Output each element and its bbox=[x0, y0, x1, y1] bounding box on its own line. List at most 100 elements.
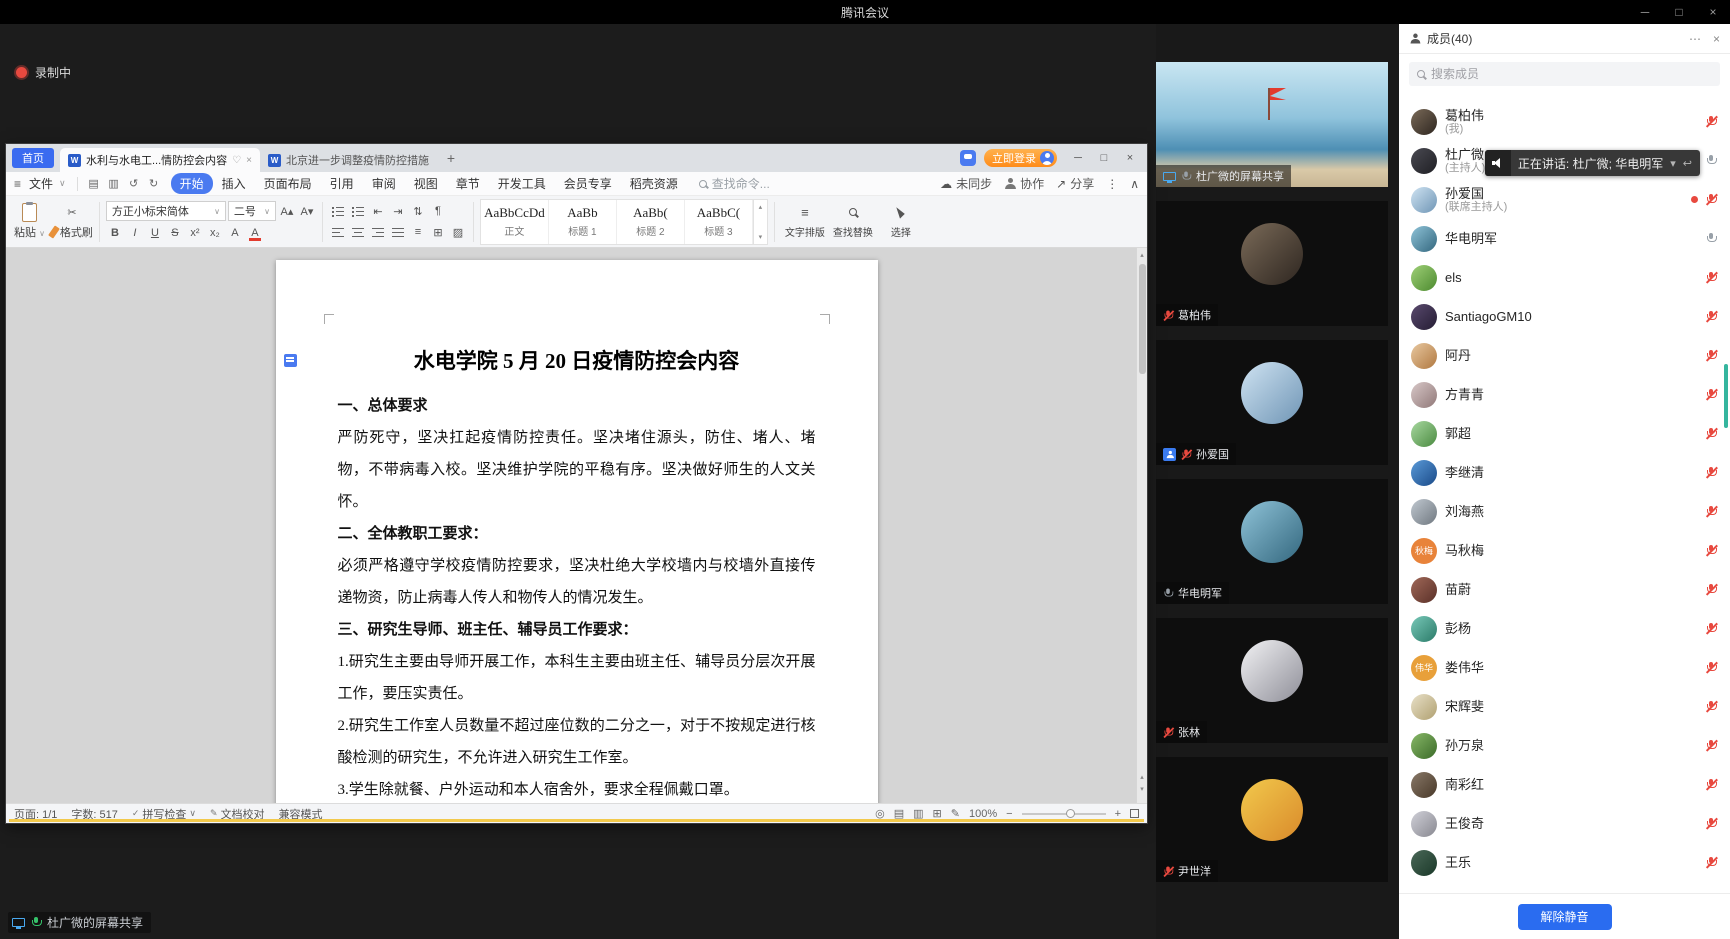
new-tab-button[interactable]: + bbox=[441, 148, 461, 168]
login-button[interactable]: 立即登录 bbox=[984, 149, 1057, 167]
undo-icon[interactable]: ↺ bbox=[125, 175, 143, 193]
style-preset[interactable]: AaBbCcDd 正文 bbox=[481, 200, 549, 244]
italic-icon[interactable]: I bbox=[126, 224, 144, 242]
menu-item[interactable]: 页面布局 bbox=[255, 173, 321, 194]
close-icon[interactable]: × bbox=[1696, 0, 1730, 24]
show-marks-icon[interactable]: ¶ bbox=[429, 202, 447, 220]
paste-button[interactable]: 粘贴 ∨ bbox=[14, 203, 45, 240]
gallery-down-icon[interactable]: ▾ bbox=[759, 233, 763, 241]
underline-icon[interactable]: U bbox=[146, 224, 164, 242]
member-row[interactable]: 华电明军 bbox=[1399, 219, 1730, 258]
select-button[interactable]: 选择 bbox=[877, 204, 925, 239]
shrink-font-icon[interactable]: A▾ bbox=[298, 202, 316, 220]
numbered-list-icon[interactable] bbox=[349, 202, 367, 220]
menu-item[interactable]: 稻壳资源 bbox=[621, 173, 687, 194]
mic-status-icon[interactable] bbox=[1706, 388, 1716, 401]
find-replace-button[interactable]: 查找替换 bbox=[829, 204, 877, 239]
style-preset[interactable]: AaBbC( 标题 3 bbox=[685, 200, 753, 244]
member-list-scrollbar[interactable] bbox=[1724, 364, 1728, 428]
member-row[interactable]: 南彩红 bbox=[1399, 765, 1730, 804]
share-button[interactable]: ↗ 分享 bbox=[1056, 175, 1094, 192]
menu-item[interactable]: 会员专享 bbox=[555, 173, 621, 194]
zoom-out-icon[interactable]: − bbox=[1006, 808, 1012, 820]
smart-format-icon[interactable] bbox=[284, 354, 297, 367]
align-left-icon[interactable] bbox=[329, 223, 347, 241]
text-layout-button[interactable]: ≡ 文字排版 bbox=[781, 204, 829, 239]
cut-icon[interactable]: ✂ bbox=[51, 203, 93, 221]
mic-status-icon[interactable] bbox=[1706, 427, 1716, 440]
bold-icon[interactable]: B bbox=[106, 224, 124, 242]
member-row[interactable]: 阿丹 bbox=[1399, 336, 1730, 375]
style-preset[interactable]: AaBb( 标题 2 bbox=[617, 200, 685, 244]
wps-minimize-icon[interactable]: ─ bbox=[1065, 147, 1091, 169]
video-tile[interactable]: 华电明军 bbox=[1156, 479, 1388, 604]
mic-status-icon[interactable] bbox=[1706, 778, 1716, 791]
sort-icon[interactable]: ⇅ bbox=[409, 202, 427, 220]
file-menu[interactable]: 文件 bbox=[25, 175, 57, 192]
bullet-list-icon[interactable] bbox=[329, 202, 347, 220]
next-page-icon[interactable]: ▾ bbox=[1140, 785, 1144, 793]
mic-status-icon[interactable] bbox=[1706, 466, 1716, 479]
menu-item[interactable]: 引用 bbox=[321, 173, 363, 194]
more-menu-icon[interactable]: ⋮ bbox=[1106, 177, 1118, 191]
mic-status-icon[interactable] bbox=[1706, 271, 1716, 284]
maximize-icon[interactable]: □ bbox=[1662, 0, 1696, 24]
command-search[interactable] bbox=[699, 177, 784, 191]
member-row[interactable]: 方青青 bbox=[1399, 375, 1730, 414]
file-menu-caret-icon[interactable]: ∨ bbox=[59, 178, 66, 189]
zoom-value[interactable]: 100% bbox=[969, 808, 997, 820]
justify-icon[interactable] bbox=[389, 223, 407, 241]
mic-status-icon[interactable] bbox=[1706, 349, 1716, 362]
grow-font-icon[interactable]: A▴ bbox=[278, 202, 296, 220]
font-size-select[interactable]: 二号 ∨ bbox=[228, 201, 276, 221]
menu-item[interactable]: 章节 bbox=[447, 173, 489, 194]
video-tile[interactable]: 孙爱国 bbox=[1156, 340, 1388, 465]
mic-status-icon[interactable] bbox=[1706, 622, 1716, 635]
strikethrough-icon[interactable]: S bbox=[166, 224, 184, 242]
wps-close-icon[interactable]: × bbox=[1117, 147, 1143, 169]
print-icon[interactable]: ▥ bbox=[105, 175, 123, 193]
mic-status-icon[interactable] bbox=[1706, 115, 1716, 128]
member-row[interactable]: els bbox=[1399, 258, 1730, 297]
member-row[interactable]: 王乐 bbox=[1399, 843, 1730, 882]
superscript-icon[interactable]: x² bbox=[186, 224, 204, 242]
member-row[interactable]: 孙万泉 bbox=[1399, 726, 1730, 765]
style-preset[interactable]: AaBb 标题 1 bbox=[549, 200, 617, 244]
zoom-slider[interactable] bbox=[1022, 813, 1106, 815]
prev-page-icon[interactable]: ▴ bbox=[1140, 773, 1144, 781]
member-row[interactable]: 王俊奇 bbox=[1399, 804, 1730, 843]
style-gallery-scroll[interactable]: ▴ ▾ bbox=[754, 199, 768, 245]
video-tile[interactable]: 杜广微的屏幕共享 bbox=[1156, 62, 1388, 187]
member-row[interactable]: 宋辉斐 bbox=[1399, 687, 1730, 726]
member-row[interactable]: 伟华 娄伟华 bbox=[1399, 648, 1730, 687]
menu-item[interactable]: 审阅 bbox=[363, 173, 405, 194]
command-search-input[interactable] bbox=[712, 177, 784, 191]
wps-home-tab[interactable]: 首页 bbox=[12, 148, 54, 168]
font-name-select[interactable]: 方正小标宋简体 ∨ bbox=[106, 201, 226, 221]
document-scrollbar[interactable]: ▴ ▴ ▾ bbox=[1136, 248, 1147, 803]
panel-close-icon[interactable]: × bbox=[1713, 32, 1720, 46]
mic-status-icon[interactable] bbox=[1706, 544, 1716, 557]
increase-indent-icon[interactable]: ⇥ bbox=[389, 202, 407, 220]
redo-icon[interactable]: ↻ bbox=[145, 175, 163, 193]
zoom-in-icon[interactable]: + bbox=[1115, 808, 1121, 820]
borders-icon[interactable]: ⊞ bbox=[429, 223, 447, 241]
tab-close-icon[interactable]: × bbox=[246, 155, 252, 166]
document-tab[interactable]: W 水利与水电工...情防控会内容 ♡ × bbox=[60, 148, 260, 172]
member-row[interactable]: 秋梅 马秋梅 bbox=[1399, 531, 1730, 570]
gallery-up-icon[interactable]: ▴ bbox=[759, 203, 763, 211]
video-tile[interactable]: 葛柏伟 bbox=[1156, 201, 1388, 326]
member-row[interactable]: 郭超 bbox=[1399, 414, 1730, 453]
member-row[interactable]: 苗蔚 bbox=[1399, 570, 1730, 609]
mic-status-icon[interactable] bbox=[1706, 700, 1716, 713]
mic-status-icon[interactable] bbox=[1706, 193, 1716, 206]
mic-status-icon[interactable] bbox=[1706, 232, 1716, 245]
menu-item[interactable]: 插入 bbox=[213, 173, 255, 194]
mic-status-icon[interactable] bbox=[1706, 505, 1716, 518]
member-row[interactable]: SantiagoGM10 bbox=[1399, 297, 1730, 336]
panel-more-icon[interactable]: ⋯ bbox=[1689, 32, 1701, 46]
mic-status-icon[interactable] bbox=[1706, 739, 1716, 752]
highlight-color-icon[interactable]: A bbox=[226, 224, 244, 242]
member-row[interactable]: 彭杨 bbox=[1399, 609, 1730, 648]
hamburger-icon[interactable]: ≡ bbox=[14, 177, 21, 191]
